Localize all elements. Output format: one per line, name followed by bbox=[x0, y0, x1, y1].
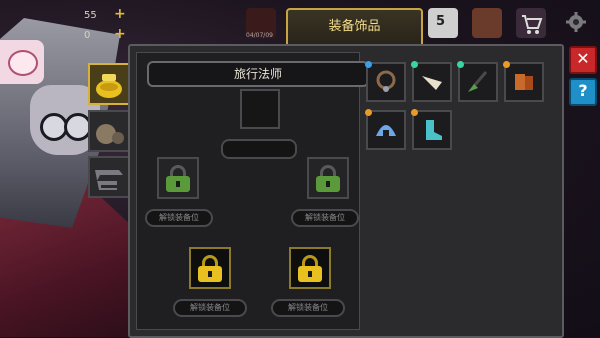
green-lock-icon bbox=[166, 165, 190, 192]
tab-equipment-accessories[interactable]: 装备饰品 bbox=[286, 8, 423, 48]
gold-lock-icon bbox=[198, 255, 222, 282]
necklace-icon bbox=[376, 70, 396, 92]
inventory-item-scroll[interactable] bbox=[503, 61, 544, 102]
equipment-slot-1[interactable] bbox=[157, 157, 199, 199]
equipment-slot-4[interactable] bbox=[289, 247, 331, 289]
inventory-item-necklace[interactable] bbox=[365, 61, 406, 102]
gold-pot-icon bbox=[96, 74, 122, 98]
settings-gear-icon[interactable] bbox=[566, 12, 586, 32]
character-name-title: 旅行法师 bbox=[147, 61, 369, 87]
equipment-name-bar bbox=[221, 139, 297, 159]
add-coins-button[interactable]: + bbox=[114, 6, 126, 22]
close-button[interactable]: ✕ bbox=[569, 46, 597, 74]
inventory-item-helmet[interactable] bbox=[365, 109, 406, 150]
help-button[interactable]: ? bbox=[569, 78, 597, 106]
gems-counter: 0 bbox=[84, 30, 91, 41]
unlock-slot-2-button[interactable]: 解锁装备位 bbox=[291, 209, 359, 227]
sack-icon bbox=[96, 124, 124, 144]
calendar-icon[interactable]: 5 bbox=[428, 8, 458, 38]
character-equipment-area: 旅行法师 解锁装备位 解锁装备位 解锁装备位 解锁装备位 bbox=[136, 52, 369, 330]
calendar-badge: 5 bbox=[436, 14, 446, 29]
equipment-slot-3[interactable] bbox=[189, 247, 231, 289]
horn-icon bbox=[422, 76, 442, 90]
coins-counter: 55 bbox=[84, 10, 97, 21]
helmet-icon bbox=[376, 125, 396, 138]
equipment-slot-2[interactable] bbox=[307, 157, 349, 199]
equipment-panel: 旅行法师 解锁装备位 解锁装备位 解锁装备位 解锁装备位 bbox=[128, 44, 564, 338]
add-gems-button[interactable]: + bbox=[114, 26, 126, 42]
gold-lock-icon bbox=[298, 255, 322, 282]
inventory-item-boot[interactable] bbox=[411, 109, 452, 150]
main-equipment-slot[interactable] bbox=[240, 89, 280, 129]
tab-sack[interactable] bbox=[88, 110, 130, 152]
small-counter: 04/07/09 bbox=[246, 32, 273, 39]
anvil-icon bbox=[95, 170, 123, 190]
boot-icon bbox=[426, 120, 442, 140]
shop-cart-icon[interactable] bbox=[516, 8, 546, 38]
unlock-slot-1-button[interactable]: 解锁装备位 bbox=[145, 209, 213, 227]
inventory-item-horn[interactable] bbox=[411, 61, 452, 102]
tab-gold-pot[interactable] bbox=[88, 63, 130, 105]
merchant-icon[interactable] bbox=[472, 8, 502, 38]
player-avatar[interactable] bbox=[0, 40, 44, 84]
scroll-icon bbox=[515, 74, 533, 90]
tab-anvil[interactable] bbox=[88, 156, 130, 198]
broom-icon bbox=[468, 71, 488, 92]
avatar-face-icon bbox=[8, 50, 38, 76]
inventory-item-broom[interactable] bbox=[457, 61, 498, 102]
green-lock-icon bbox=[316, 165, 340, 192]
unlock-slot-3-button[interactable]: 解锁装备位 bbox=[173, 299, 247, 317]
unlock-slot-4-button[interactable]: 解锁装备位 bbox=[271, 299, 345, 317]
